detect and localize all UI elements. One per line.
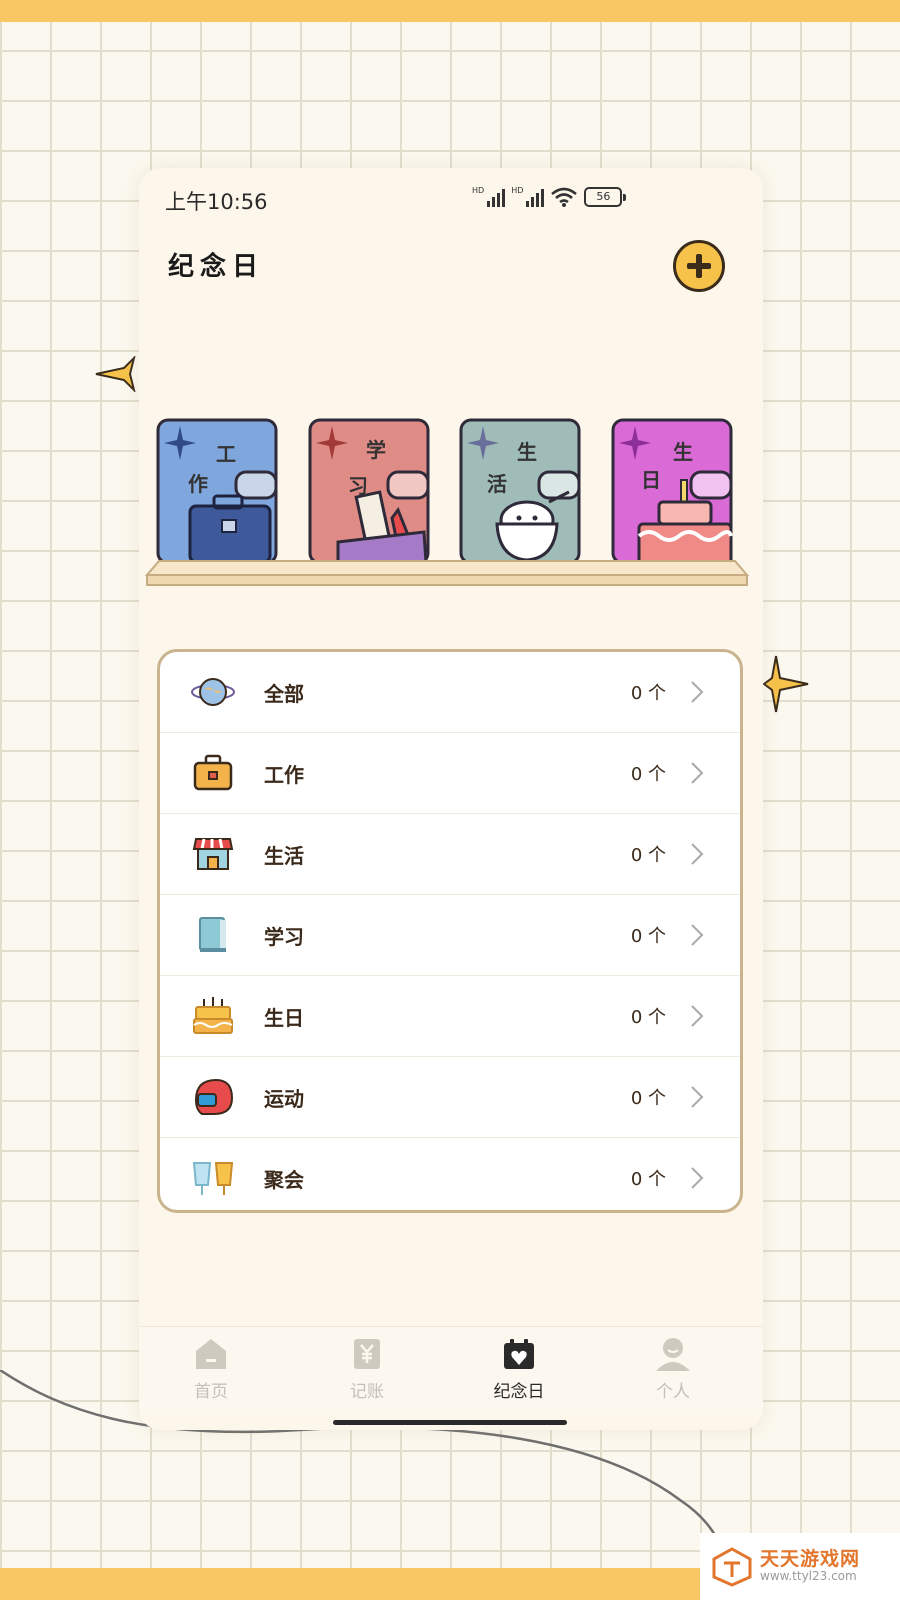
book-study[interactable]: 学 习 [308, 418, 430, 565]
book-work-char: 工 [216, 442, 236, 466]
home-indicator[interactable] [333, 1420, 567, 1425]
category-label: 学习 [264, 925, 304, 949]
book-cover [611, 418, 733, 566]
category-row-all[interactable]: 全部 0 个 [160, 652, 740, 733]
shelf-board [145, 560, 749, 586]
book-life-char: 活 [487, 472, 507, 496]
battery-level: 56 [584, 187, 623, 207]
sparkle-icon [762, 655, 809, 713]
category-count: 0 个 [630, 764, 666, 785]
watermark: 天天游戏网 www.ttyl23.com [700, 1533, 900, 1600]
drinks-icon [192, 1162, 234, 1195]
category-row-sports[interactable]: 运动 0 个 [160, 1057, 740, 1138]
book-study-char: 习 [348, 474, 368, 498]
tab-profile[interactable]: 个人 [613, 1335, 733, 1402]
tab-home[interactable]: 首页 [151, 1335, 271, 1402]
wifi-icon [551, 187, 578, 207]
category-list: 全部 0 个 工作 0 个 生活 0 个 学习 0 个 生日 0 个 运动 0 … [157, 649, 743, 1213]
globe-icon [191, 678, 235, 706]
top-band [0, 0, 900, 22]
category-count: 0 个 [630, 1169, 666, 1190]
tab-label: 个人 [656, 1382, 690, 1402]
signal-icon: HD [511, 186, 545, 207]
book-work[interactable]: 工 作 [156, 418, 278, 565]
helmet-icon [194, 1078, 234, 1115]
network-type: HD [511, 186, 524, 195]
category-row-birthday[interactable]: 生日 0 个 [160, 976, 740, 1057]
status-icons: HD HD 56 [472, 186, 627, 207]
chevron-right-icon [691, 1167, 704, 1189]
category-label: 生日 [264, 1006, 304, 1030]
book-work-char: 作 [188, 472, 208, 496]
book-birthday[interactable]: 生 日 [611, 418, 733, 566]
sparkle-icon [95, 356, 136, 392]
page-title: 纪念日 [168, 252, 265, 282]
book-birthday-char: 生 [673, 440, 693, 464]
category-count: 0 个 [630, 1088, 666, 1109]
bookshelf: 工 作 学 习 生 活 生 日 [145, 418, 749, 598]
tab-anniversary[interactable]: 纪念日 [459, 1335, 579, 1402]
book-icon [199, 917, 226, 952]
tab-accounting[interactable]: 记账 [307, 1335, 427, 1402]
home-icon [196, 1339, 226, 1369]
category-label: 生活 [264, 844, 304, 868]
plus-circle-icon [687, 254, 711, 278]
person-icon [656, 1338, 690, 1371]
book-study-char: 学 [366, 438, 386, 462]
yen-note-icon [354, 1339, 380, 1369]
phone-screen: 上午10:56 HD HD 56 纪念日 工 作 学 习 生 活 生 日 全部 … [139, 168, 763, 1430]
tab-bar: 首页 记账 纪念日 个人 [139, 1326, 763, 1415]
cake-icon [193, 997, 233, 1034]
tab-label: 首页 [194, 1382, 228, 1402]
shop-icon [192, 838, 234, 870]
chevron-right-icon [691, 924, 704, 946]
watermark-name: 天天游戏网 [760, 1548, 861, 1571]
book-life-char: 生 [517, 440, 537, 464]
category-label: 运动 [264, 1087, 304, 1111]
book-birthday-char: 日 [641, 468, 661, 492]
category-label: 聚会 [264, 1168, 304, 1192]
category-count: 0 个 [630, 683, 666, 704]
calendar-heart-icon [504, 1339, 534, 1369]
briefcase-icon [193, 754, 233, 791]
chevron-right-icon [691, 1086, 704, 1108]
battery-icon: 56 [584, 187, 627, 207]
watermark-url: www.ttyl23.com [760, 1569, 857, 1584]
category-row-study[interactable]: 学习 0 个 [160, 895, 740, 976]
category-label: 全部 [264, 682, 304, 706]
category-row-life[interactable]: 生活 0 个 [160, 814, 740, 895]
category-label: 工作 [264, 763, 304, 787]
chevron-right-icon [691, 1005, 704, 1027]
add-button[interactable] [673, 240, 725, 292]
signal-icon: HD [472, 186, 506, 207]
category-count: 0 个 [630, 1007, 666, 1028]
chevron-right-icon [691, 681, 704, 703]
chevron-right-icon [691, 843, 704, 865]
category-count: 0 个 [630, 926, 666, 947]
category-row-work[interactable]: 工作 0 个 [160, 733, 740, 814]
chevron-right-icon [691, 762, 704, 784]
tab-label: 记账 [350, 1382, 384, 1402]
status-bar: 上午10:56 HD HD 56 [139, 168, 763, 232]
category-row-party[interactable]: 聚会 0 个 [160, 1138, 740, 1210]
category-count: 0 个 [630, 845, 666, 866]
watermark-logo-icon [712, 1546, 752, 1587]
network-type: HD [472, 186, 485, 195]
tab-label: 纪念日 [493, 1382, 545, 1402]
status-time: 上午10:56 [165, 190, 268, 214]
book-life[interactable]: 生 活 [459, 418, 581, 565]
